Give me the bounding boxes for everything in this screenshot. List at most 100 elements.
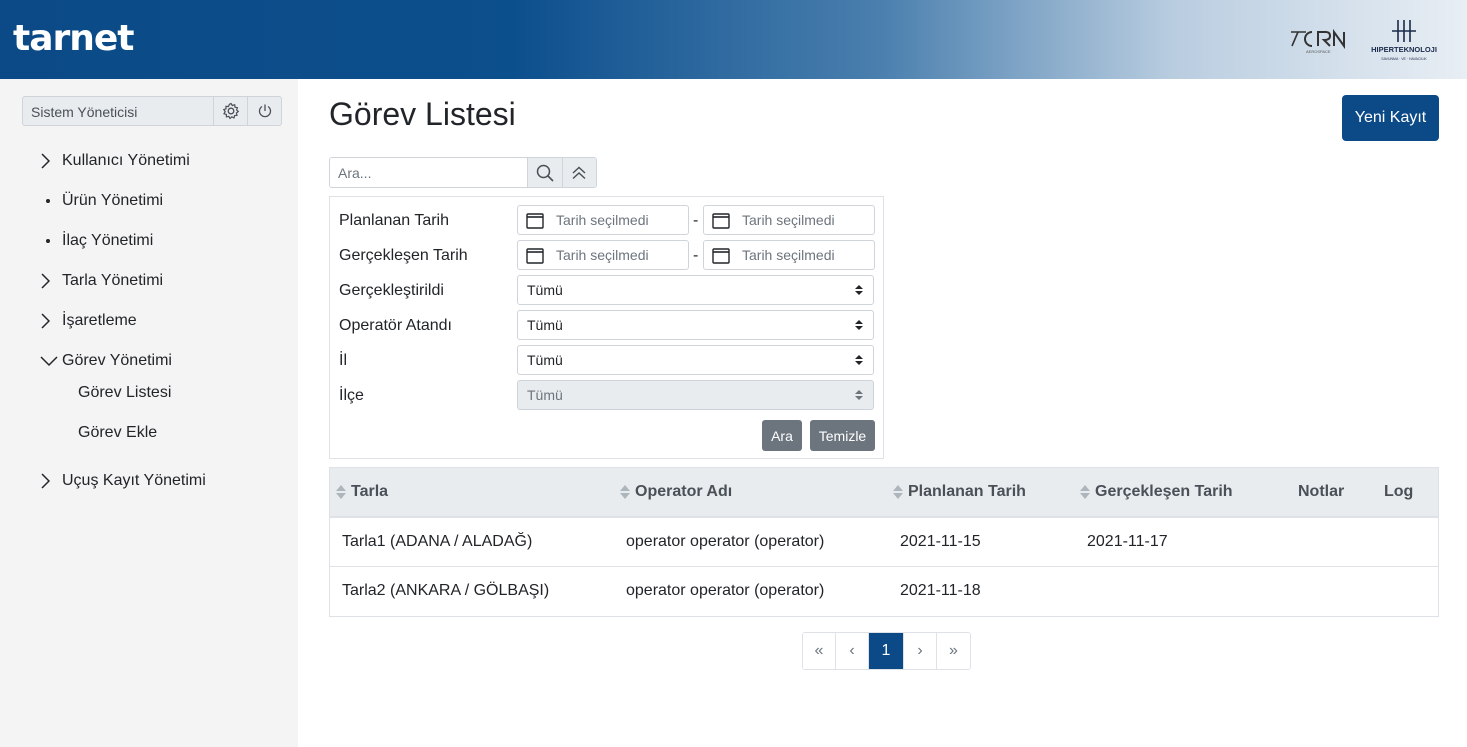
page-title: Görev Listesi (329, 96, 516, 132)
svg-text:AEROSPACE: AEROSPACE (1306, 49, 1331, 54)
chevron-right-icon (41, 273, 50, 289)
sidebar-item-gorev[interactable]: Görev Yönetimi (40, 349, 172, 373)
column-header-planned-date[interactable]: Planlanan Tarih (893, 483, 1026, 501)
sidebar-subitem-label: Görev Listesi (78, 384, 172, 401)
page-current-button[interactable]: 1 (869, 633, 904, 669)
filter-panel: Planlanan Tarih Tarih seçilmedi - Tarih … (329, 196, 884, 459)
filter-search-button[interactable]: Ara (762, 420, 802, 451)
top-header: tarnet AEROSPACE HIPERTEKNOLOJI SAVUNMA … (0, 0, 1467, 79)
column-header-notes: Notlar (1298, 483, 1345, 500)
district-label: İlçe (339, 387, 364, 404)
select-caret-icon (855, 320, 863, 330)
crn-aerospace-logo: AEROSPACE (1291, 28, 1345, 54)
user-box: Sistem Yöneticisi (22, 96, 282, 126)
page-first-button[interactable]: « (803, 633, 836, 669)
column-header-log: Log (1384, 483, 1414, 500)
cell-planned-date: 2021-11-15 (900, 533, 981, 550)
sort-icon (620, 485, 630, 499)
chevron-right-icon (41, 313, 50, 329)
search-input[interactable] (330, 158, 527, 187)
calendar-icon (526, 212, 544, 229)
calendar-icon (712, 212, 730, 229)
cell-planned-date: 2021-11-18 (900, 582, 981, 599)
logout-button[interactable] (247, 97, 281, 125)
sidebar-item-label: Tarla Yönetimi (62, 272, 164, 289)
tarnet-logo[interactable]: tarnet (13, 18, 135, 59)
user-name: Sistem Yöneticisi (31, 104, 138, 120)
hiperteknoloji-logo: HIPERTEKNOLOJI SAVUNMA · VE · HAVACILIK (1371, 20, 1437, 61)
svg-text:HIPERTEKNOLOJI: HIPERTEKNOLOJI (1371, 45, 1437, 54)
select-caret-icon (855, 390, 863, 400)
calendar-icon (526, 247, 544, 264)
cell-actual-date: 2021-11-17 (1087, 533, 1168, 550)
cell-tarla: Tarla2 (ANKARA / GÖLBAŞI) (342, 582, 550, 599)
search-group (329, 157, 597, 188)
actual-date-label: Gerçekleşen Tarih (339, 247, 468, 264)
table-row[interactable]: Tarla1 (ADANA / ALADAĞ) operator operato… (330, 518, 1438, 567)
gear-icon (222, 102, 239, 120)
done-label: Gerçekleştirildi (339, 282, 444, 299)
actual-date-start[interactable]: Tarih seçilmedi (517, 240, 689, 270)
sidebar-subitem-gorev-ekle[interactable]: Görev Ekle (60, 421, 157, 445)
sidebar-item-label: İşaretleme (62, 312, 137, 329)
sidebar-subitem-gorev-listesi[interactable]: Görev Listesi (60, 381, 171, 405)
table-header: Tarla Operator Adı Planlanan Tarih Gerçe… (330, 468, 1438, 518)
power-icon (258, 104, 271, 118)
chevron-right-icon (41, 153, 50, 169)
bullet-icon (46, 239, 50, 243)
sidebar-item-tarla[interactable]: Tarla Yönetimi (40, 269, 163, 293)
date-range-separator: - (693, 247, 699, 264)
operator-select[interactable]: Tümü (517, 310, 874, 340)
sidebar-item-kullanici[interactable]: Kullanıcı Yönetimi (40, 149, 190, 173)
province-select[interactable]: Tümü (517, 345, 874, 375)
sort-icon (1080, 485, 1090, 499)
cell-operator: operator operator (operator) (626, 533, 825, 550)
filter-clear-button[interactable]: Temizle (810, 420, 875, 451)
calendar-icon (712, 247, 730, 264)
svg-text:SAVUNMA · VE · HAVACILIK: SAVUNMA · VE · HAVACILIK (1381, 57, 1427, 61)
province-label: İl (339, 352, 347, 369)
planned-date-label: Planlanan Tarih (339, 212, 450, 229)
sidebar-item-urun[interactable]: Ürün Yönetimi (40, 189, 163, 213)
new-record-button[interactable]: Yeni Kayıt (1342, 95, 1439, 141)
district-select: Tümü (517, 380, 874, 410)
column-header-operator[interactable]: Operator Adı (620, 483, 732, 501)
sort-icon (336, 485, 346, 499)
bullet-icon (46, 199, 50, 203)
planned-date-end[interactable]: Tarih seçilmedi (703, 205, 875, 235)
sidebar-item-isaretleme[interactable]: İşaretleme (40, 309, 137, 333)
chevron-double-up-icon (572, 166, 586, 179)
sidebar-subitem-label: Görev Ekle (78, 424, 158, 441)
chevron-right-icon (41, 473, 50, 489)
page-last-button[interactable]: » (937, 633, 970, 669)
sidebar-item-label: Görev Yönetimi (62, 352, 172, 369)
pagination: « ‹ 1 › » (802, 632, 971, 670)
sidebar-item-label: Ürün Yönetimi (62, 192, 164, 209)
planned-date-start[interactable]: Tarih seçilmedi (517, 205, 689, 235)
sidebar-item-label: İlaç Yönetimi (62, 232, 154, 249)
date-range-separator: - (693, 212, 699, 229)
task-table: Tarla Operator Adı Planlanan Tarih Gerçe… (329, 467, 1439, 617)
sidebar-item-ilac[interactable]: İlaç Yönetimi (40, 229, 153, 253)
select-caret-icon (855, 285, 863, 295)
cell-tarla: Tarla1 (ADANA / ALADAĞ) (342, 533, 533, 550)
chevron-down-icon (40, 356, 58, 367)
collapse-filter-button[interactable] (561, 158, 596, 187)
sidebar-item-label: Kullanıcı Yönetimi (62, 152, 190, 169)
search-icon (536, 164, 554, 182)
sort-icon (893, 485, 903, 499)
actual-date-end[interactable]: Tarih seçilmedi (703, 240, 875, 270)
done-select[interactable]: Tümü (517, 275, 874, 305)
settings-button[interactable] (213, 97, 247, 125)
cell-operator: operator operator (operator) (626, 582, 825, 599)
table-row[interactable]: Tarla2 (ANKARA / GÖLBAŞI) operator opera… (330, 567, 1438, 616)
column-header-tarla[interactable]: Tarla (336, 483, 388, 501)
select-caret-icon (855, 355, 863, 365)
sidebar: Sistem Yöneticisi Kullanıcı Yönetimi Ürü… (0, 79, 298, 747)
sidebar-item-ucus-kayit[interactable]: Uçuş Kayıt Yönetimi (40, 469, 206, 493)
sidebar-item-label: Uçuş Kayıt Yönetimi (62, 472, 206, 489)
page-next-button[interactable]: › (904, 633, 937, 669)
search-button[interactable] (527, 158, 562, 187)
page-prev-button[interactable]: ‹ (836, 633, 869, 669)
column-header-actual-date[interactable]: Gerçekleşen Tarih (1080, 483, 1233, 501)
